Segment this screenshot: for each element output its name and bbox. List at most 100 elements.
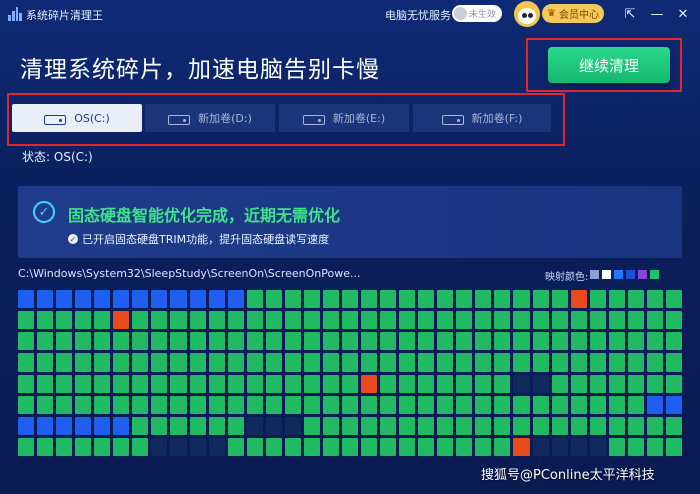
map-cell: [37, 416, 54, 435]
map-cell: [75, 353, 92, 372]
map-cell: [399, 353, 416, 372]
map-cell: [551, 290, 568, 309]
continue-clean-button[interactable]: 继续清理: [548, 47, 670, 83]
map-cell: [303, 416, 320, 435]
map-cell: [37, 437, 54, 456]
map-cell: [246, 311, 263, 330]
avatar[interactable]: [514, 1, 540, 27]
map-cell: [265, 353, 282, 372]
map-cell: [665, 374, 682, 393]
map-cell: [456, 437, 473, 456]
map-cell: [437, 416, 454, 435]
vip-center-label: 会员中心: [558, 10, 599, 21]
map-cell: [475, 353, 492, 372]
map-cell: [132, 290, 149, 309]
map-cell: [170, 290, 187, 309]
map-cell: [380, 332, 397, 351]
tab-drive-e[interactable]: 新加卷(E:): [279, 104, 409, 132]
app-title: 系统碎片清理王: [26, 9, 103, 22]
map-cell: [170, 374, 187, 393]
map-cell: [589, 353, 606, 372]
map-cell: [284, 290, 301, 309]
map-cell: [151, 332, 168, 351]
map-cell: [303, 332, 320, 351]
map-cell: [437, 395, 454, 414]
map-cell: [589, 416, 606, 435]
map-cell: [227, 353, 244, 372]
map-cell: [341, 332, 359, 351]
close-icon[interactable]: ✕: [673, 4, 693, 24]
map-cell: [227, 311, 244, 330]
map-cell: [132, 353, 149, 372]
map-cell: [361, 332, 378, 351]
map-cell: [627, 311, 644, 330]
map-cell: [665, 332, 682, 351]
map-cell: [132, 395, 149, 414]
map-cell: [227, 437, 244, 456]
map-cell: [208, 374, 225, 393]
map-cell: [513, 311, 530, 330]
map-cell: [246, 437, 263, 456]
map-cell: [589, 374, 606, 393]
map-cell: [380, 311, 397, 330]
drive-icon: [441, 112, 464, 125]
map-cell: [361, 437, 378, 456]
map-cell: [265, 437, 282, 456]
map-cell: [475, 416, 492, 435]
tab-label: 新加卷(F:): [471, 112, 523, 125]
tab-drive-d[interactable]: 新加卷(D:): [145, 104, 275, 132]
map-cell: [322, 290, 339, 309]
tab-drive-c[interactable]: OS(C:): [12, 104, 142, 132]
service-toggle[interactable]: 未生效: [452, 5, 502, 22]
map-cell: [608, 395, 625, 414]
map-cell: [265, 416, 282, 435]
map-cell: [399, 332, 416, 351]
map-cell: [18, 353, 35, 372]
map-cell: [208, 395, 225, 414]
map-cell: [284, 437, 301, 456]
map-cell: [37, 290, 54, 309]
tab-drive-f[interactable]: 新加卷(F:): [413, 104, 551, 132]
map-cell: [551, 437, 568, 456]
vip-center-button[interactable]: ♛ 会员中心: [542, 4, 604, 23]
map-cell: [665, 311, 682, 330]
minimize-icon[interactable]: —: [647, 4, 667, 24]
map-cell: [380, 437, 397, 456]
map-cell: [113, 416, 130, 435]
map-cell: [56, 374, 73, 393]
success-check-icon: ✓: [33, 201, 55, 223]
map-cell: [551, 395, 568, 414]
map-cell: [399, 374, 416, 393]
map-cell: [246, 395, 263, 414]
map-cell: [284, 416, 301, 435]
map-cell: [75, 311, 92, 330]
status-label: 状态:: [22, 150, 51, 164]
map-cell: [456, 290, 473, 309]
map-cell: [513, 353, 530, 372]
map-cell: [208, 311, 225, 330]
map-cell: [37, 332, 54, 351]
legend-swatch: [590, 270, 599, 279]
map-cell: [303, 353, 320, 372]
map-cell: [94, 353, 111, 372]
map-cell: [418, 395, 435, 414]
map-cell: [132, 374, 149, 393]
result-panel: ✓ 固态硬盘智能优化完成，近期无需优化 ✓ 已开启固态硬盘TRIM功能，提升固态…: [18, 186, 682, 258]
map-cell: [627, 353, 644, 372]
status-line: 状态: OS(C:): [22, 148, 93, 165]
map-cell: [246, 290, 263, 309]
map-cell: [646, 290, 663, 309]
map-cell: [94, 290, 111, 309]
share-icon[interactable]: ⇱: [620, 4, 640, 24]
map-cell: [456, 374, 473, 393]
map-cell: [361, 290, 378, 309]
map-cell: [132, 332, 149, 351]
map-cell: [208, 353, 225, 372]
map-cell: [418, 290, 435, 309]
map-cell: [589, 311, 606, 330]
map-cell: [56, 353, 73, 372]
map-cell: [265, 290, 282, 309]
map-cell: [37, 311, 54, 330]
map-cell: [170, 353, 187, 372]
map-cell: [341, 416, 359, 435]
